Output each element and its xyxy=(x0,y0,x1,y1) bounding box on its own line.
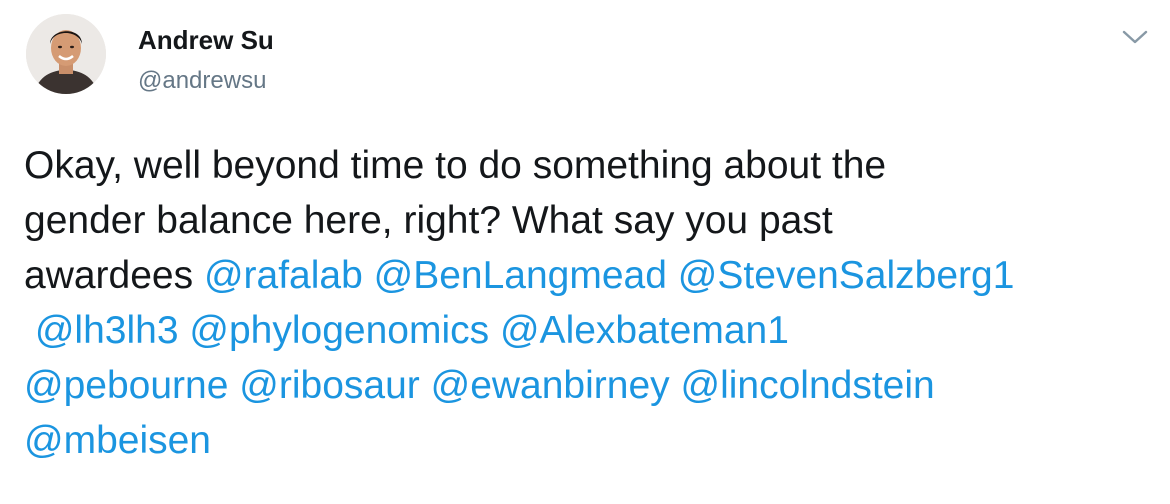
mention-link[interactable]: @StevenSalzberg1 xyxy=(678,254,1015,297)
tweet-text-fragment: awardees xyxy=(24,254,204,297)
mention-link[interactable]: @rafalab xyxy=(204,254,363,297)
mention-link[interactable]: @BenLangmead xyxy=(374,254,667,297)
chevron-down-icon[interactable] xyxy=(1120,26,1150,48)
avatar[interactable] xyxy=(26,14,106,94)
mention-link[interactable]: @mbeisen xyxy=(24,419,211,462)
tweet-line: awardees @rafalab @BenLangmead @StevenSa… xyxy=(24,248,1164,303)
mention-link[interactable]: @lh3lh3 xyxy=(35,309,179,352)
mention-link[interactable]: @ribosaur xyxy=(239,364,420,407)
user-handle[interactable]: @andrewsu xyxy=(138,66,274,96)
mention-link[interactable]: @lincolndstein xyxy=(681,364,935,407)
tweet-text: Okay, well beyond time to do something a… xyxy=(24,138,1164,468)
tweet-line: @pebourne @ribosaur @ewanbirney @lincoln… xyxy=(24,358,1164,413)
tweet-line: gender balance here, right? What say you… xyxy=(24,199,833,242)
tweet-line: Okay, well beyond time to do something a… xyxy=(24,144,887,187)
tweet-card: Andrew Su @andrewsu Okay, well beyond ti… xyxy=(0,0,1170,504)
display-name[interactable]: Andrew Su xyxy=(138,24,274,56)
mention-link[interactable]: @pebourne xyxy=(24,364,228,407)
mention-link[interactable]: @Alexbateman1 xyxy=(500,309,789,352)
author-header: Andrew Su @andrewsu xyxy=(138,24,274,96)
mention-link[interactable]: @ewanbirney xyxy=(431,364,670,407)
mention-link[interactable]: @phylogenomics xyxy=(189,309,489,352)
tweet-line: @lh3lh3 @phylogenomics @Alexbateman1 xyxy=(24,303,1164,358)
tweet-line: @mbeisen xyxy=(24,413,1164,468)
